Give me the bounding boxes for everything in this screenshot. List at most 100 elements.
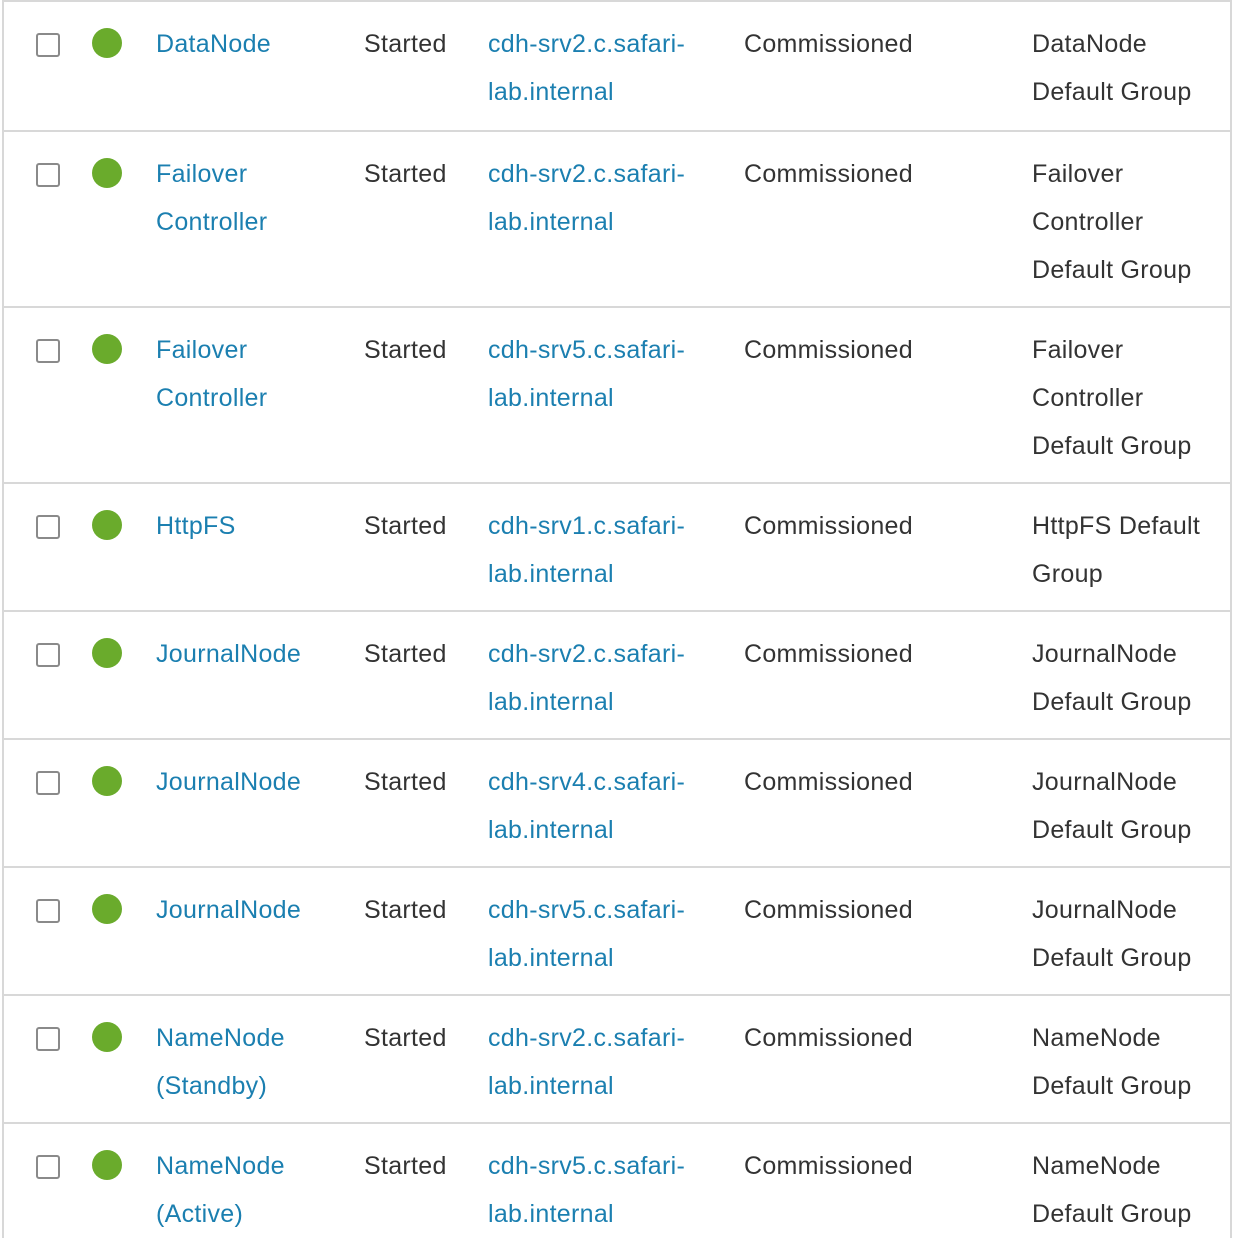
host-line: lab.internal [488, 208, 614, 236]
role-name-link[interactable]: JournalNode [156, 630, 336, 678]
role-state: Started [364, 640, 447, 668]
role-group: DataNode Default Group [1032, 20, 1222, 116]
commission-state: Commissioned [744, 336, 913, 364]
table-row: JournalNode Started cdh-srv5.c.safari- l… [4, 868, 1230, 996]
role-group-line: Default Group [1032, 1200, 1192, 1228]
role-state: Started [364, 1152, 447, 1180]
role-group-line: Default Group [1032, 78, 1192, 106]
row-select-checkbox[interactable] [36, 33, 60, 57]
commission-state: Commissioned [744, 160, 913, 188]
status-good-icon [92, 638, 122, 668]
host-line: lab.internal [488, 78, 614, 106]
role-group-line: Default Group [1032, 816, 1192, 844]
host-link[interactable]: cdh-srv2.c.safari- lab.internal [488, 20, 708, 116]
host-link[interactable]: cdh-srv5.c.safari- lab.internal [488, 886, 708, 982]
role-group-line: JournalNode [1032, 640, 1178, 668]
role-name-link[interactable]: NameNode (Standby) [156, 1014, 336, 1110]
role-state: Started [364, 160, 447, 188]
row-select-checkbox[interactable] [36, 771, 60, 795]
role-group-line: Default Group [1032, 432, 1192, 460]
role-group-line: HttpFS Default [1032, 512, 1201, 540]
status-good-icon [92, 334, 122, 364]
host-line: cdh-srv2.c.safari- [488, 30, 686, 58]
role-state: Started [364, 1024, 447, 1052]
host-link[interactable]: cdh-srv2.c.safari- lab.internal [488, 1014, 708, 1110]
role-state: Started [364, 30, 447, 58]
role-name-line: (Standby) [156, 1072, 268, 1100]
row-select-checkbox[interactable] [36, 339, 60, 363]
table-row: Failover Controller Started cdh-srv5.c.s… [4, 308, 1230, 484]
status-good-icon [92, 894, 122, 924]
status-good-icon [92, 766, 122, 796]
host-link[interactable]: cdh-srv2.c.safari- lab.internal [488, 150, 708, 246]
role-group: JournalNode Default Group [1032, 758, 1222, 854]
role-name-line: Failover [156, 336, 248, 364]
role-state: Started [364, 512, 447, 540]
role-name-line: Failover [156, 160, 248, 188]
host-link[interactable]: cdh-srv4.c.safari- lab.internal [488, 758, 708, 854]
row-select-checkbox[interactable] [36, 899, 60, 923]
commission-state: Commissioned [744, 1152, 913, 1180]
host-line: cdh-srv2.c.safari- [488, 160, 686, 188]
role-name-link[interactable]: NameNode (Active) [156, 1142, 336, 1238]
role-group-line: Default Group [1032, 944, 1192, 972]
role-name-line: HttpFS [156, 512, 236, 540]
commission-state: Commissioned [744, 640, 913, 668]
role-name-link[interactable]: JournalNode [156, 886, 336, 934]
table-row: NameNode (Active) Started cdh-srv5.c.saf… [4, 1124, 1230, 1244]
role-name-line: JournalNode [156, 768, 302, 796]
role-group-line: DataNode [1032, 30, 1147, 58]
row-select-checkbox[interactable] [36, 515, 60, 539]
host-link[interactable]: cdh-srv2.c.safari- lab.internal [488, 630, 708, 726]
role-group-line: NameNode [1032, 1024, 1161, 1052]
role-name-link[interactable]: Failover Controller [156, 150, 336, 246]
host-line: lab.internal [488, 384, 614, 412]
table-row: JournalNode Started cdh-srv2.c.safari- l… [4, 612, 1230, 740]
host-line: lab.internal [488, 1072, 614, 1100]
host-link[interactable]: cdh-srv5.c.safari- lab.internal [488, 1142, 708, 1238]
role-name-link[interactable]: Failover Controller [156, 326, 336, 422]
role-group: Failover Controller Default Group [1032, 150, 1222, 294]
role-group-line: Group [1032, 560, 1103, 588]
host-line: lab.internal [488, 944, 614, 972]
host-line: cdh-srv5.c.safari- [488, 896, 686, 924]
role-group-line: JournalNode [1032, 768, 1178, 796]
role-group-line: Default Group [1032, 256, 1192, 284]
status-good-icon [92, 1150, 122, 1180]
host-line: cdh-srv5.c.safari- [488, 1152, 686, 1180]
status-good-icon [92, 28, 122, 58]
role-group-line: Controller [1032, 384, 1144, 412]
status-good-icon [92, 510, 122, 540]
role-state: Started [364, 768, 447, 796]
host-line: lab.internal [488, 816, 614, 844]
row-select-checkbox[interactable] [36, 1027, 60, 1051]
role-group-line: NameNode [1032, 1152, 1161, 1180]
host-link[interactable]: cdh-srv1.c.safari- lab.internal [488, 502, 708, 598]
role-name-line: (Active) [156, 1200, 244, 1228]
role-name-line: JournalNode [156, 896, 302, 924]
role-name-line: NameNode [156, 1152, 285, 1180]
row-select-checkbox[interactable] [36, 163, 60, 187]
host-line: cdh-srv1.c.safari- [488, 512, 686, 540]
role-name-link[interactable]: HttpFS [156, 502, 336, 550]
status-good-icon [92, 1022, 122, 1052]
row-select-checkbox[interactable] [36, 643, 60, 667]
table-row: Failover Controller Started cdh-srv2.c.s… [4, 132, 1230, 308]
role-group: JournalNode Default Group [1032, 886, 1222, 982]
host-link[interactable]: cdh-srv5.c.safari- lab.internal [488, 326, 708, 422]
table-row: NameNode (Standby) Started cdh-srv2.c.sa… [4, 996, 1230, 1124]
role-name-line: JournalNode [156, 640, 302, 668]
status-good-icon [92, 158, 122, 188]
host-line: cdh-srv5.c.safari- [488, 336, 686, 364]
role-group: Failover Controller Default Group [1032, 326, 1222, 470]
host-line: lab.internal [488, 1200, 614, 1228]
role-group-line: Controller [1032, 208, 1144, 236]
commission-state: Commissioned [744, 1024, 913, 1052]
role-name-link[interactable]: DataNode [156, 20, 336, 68]
commission-state: Commissioned [744, 512, 913, 540]
role-state: Started [364, 896, 447, 924]
table-row: DataNode Started cdh-srv2.c.safari- lab.… [4, 2, 1230, 132]
role-name-link[interactable]: JournalNode [156, 758, 336, 806]
role-group: JournalNode Default Group [1032, 630, 1222, 726]
row-select-checkbox[interactable] [36, 1155, 60, 1179]
